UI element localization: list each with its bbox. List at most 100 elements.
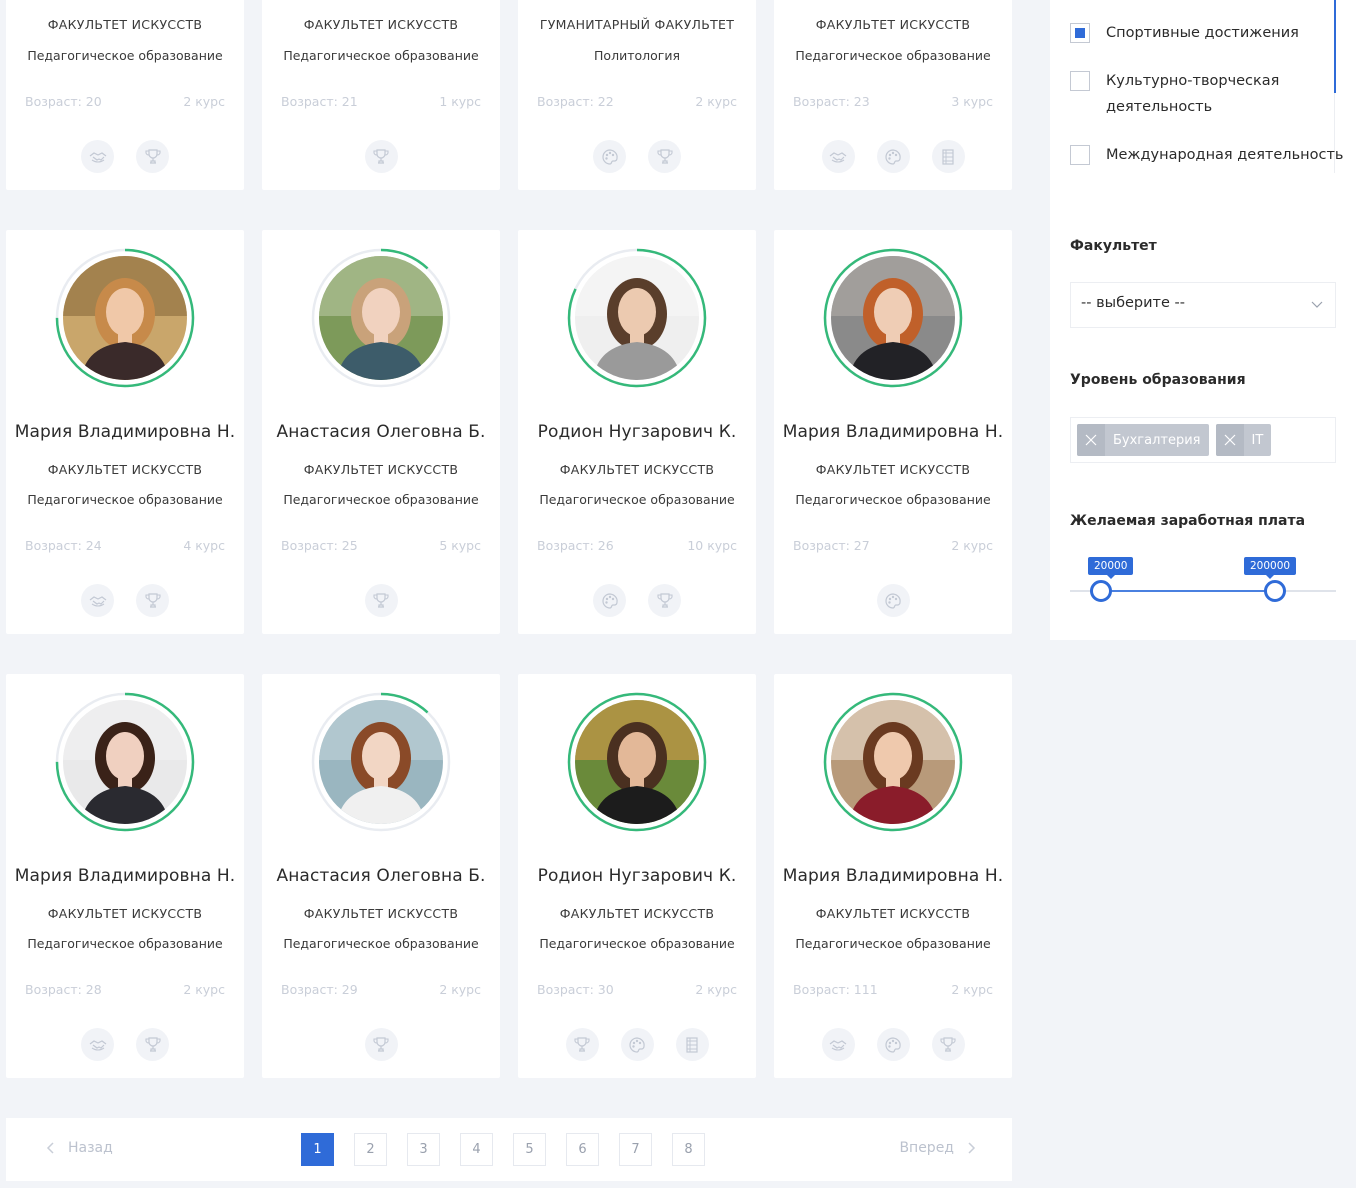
card-name[interactable]: Мария Владимировна Н. <box>6 866 244 886</box>
page-button-6[interactable]: 6 <box>566 1133 599 1166</box>
avatar[interactable] <box>55 692 195 832</box>
filter-sidebar: Спортивные достижения Культурно-творческ… <box>1050 0 1356 640</box>
badge[interactable] <box>81 1028 114 1061</box>
card-faculty: ФАКУЛЬТЕТ ИСКУССТВ <box>47 462 203 477</box>
card-program: Педагогическое образование <box>283 492 479 507</box>
trophy-icon <box>373 592 389 608</box>
badge[interactable] <box>136 140 169 173</box>
faculty-select[interactable]: -- выберите -- <box>1070 282 1336 328</box>
close-icon[interactable] <box>1077 424 1105 456</box>
card-faculty: ФАКУЛЬТЕТ ИСКУССТВ <box>559 906 715 921</box>
card-name[interactable]: Мария Владимировна Н. <box>774 422 1012 442</box>
card-program: Педагогическое образование <box>539 936 735 951</box>
activity-checkbox-culture[interactable]: Культурно-творческая деятельность <box>1070 68 1280 120</box>
page-button-7[interactable]: 7 <box>619 1133 652 1166</box>
page-button-1[interactable]: 1 <box>301 1133 334 1166</box>
badge[interactable] <box>81 584 114 617</box>
student-card[interactable]: Мария Владимировна Н. ФАКУЛЬТЕТ ИСКУССТВ… <box>6 674 244 1078</box>
prev-page-button[interactable]: Назад <box>46 1140 113 1156</box>
badge[interactable] <box>931 140 965 173</box>
activity-checkbox-sport[interactable]: Спортивные достижения <box>1070 20 1299 46</box>
student-card[interactable]: Родион Нугзарович К. ФАКУЛЬТЕТ ИСКУССТВ … <box>518 674 756 1078</box>
avatar-image <box>575 256 699 380</box>
card-name[interactable]: Родион Нугзарович К. <box>518 422 756 442</box>
badge[interactable] <box>675 1028 709 1061</box>
badge[interactable] <box>364 140 398 173</box>
page-button-3[interactable]: 3 <box>407 1133 440 1166</box>
card-name[interactable]: Анастасия Олеговна Б. <box>262 866 500 886</box>
student-card[interactable]: ГУМАНИТАРНЫЙ ФАКУЛЬТЕТ Политология Возра… <box>518 0 756 190</box>
student-card[interactable]: ФАКУЛЬТЕТ ИСКУССТВ Педагогическое образо… <box>6 0 244 190</box>
page-button-5[interactable]: 5 <box>513 1133 546 1166</box>
badge[interactable] <box>136 584 169 617</box>
avatar[interactable] <box>567 248 707 388</box>
card-faculty: ФАКУЛЬТЕТ ИСКУССТВ <box>815 906 971 921</box>
palette-icon <box>601 148 618 165</box>
card-name[interactable]: Родион Нугзарович К. <box>518 866 756 886</box>
avatar[interactable] <box>823 248 963 388</box>
page-button-8[interactable]: 8 <box>672 1133 705 1166</box>
student-card[interactable]: Родион Нугзарович К. ФАКУЛЬТЕТ ИСКУССТВ … <box>518 230 756 634</box>
badge[interactable] <box>821 1028 855 1061</box>
handshake-icon <box>89 151 106 163</box>
badge[interactable] <box>364 584 398 617</box>
badge[interactable] <box>593 584 626 617</box>
card-faculty: ФАКУЛЬТЕТ ИСКУССТВ <box>47 906 203 921</box>
palette-icon <box>629 1036 645 1053</box>
card-age: Возраст: 24 <box>25 538 102 553</box>
next-page-button[interactable]: Вперед <box>899 1140 976 1156</box>
card-name[interactable]: Мария Владимировна Н. <box>774 866 1012 886</box>
avatar[interactable] <box>55 248 195 388</box>
avatar[interactable] <box>567 692 707 832</box>
badge[interactable] <box>620 1028 654 1061</box>
student-card[interactable]: ФАКУЛЬТЕТ ИСКУССТВ Педагогическое образо… <box>262 0 500 190</box>
badge[interactable] <box>648 140 681 173</box>
badge[interactable] <box>593 140 626 173</box>
avatar[interactable] <box>311 692 451 832</box>
close-icon[interactable] <box>1215 424 1244 456</box>
badge[interactable] <box>81 140 114 173</box>
salary-range-slider[interactable]: 20000 200000 <box>1070 556 1336 606</box>
badge[interactable] <box>364 1028 398 1061</box>
student-card[interactable]: Мария Владимировна Н. ФАКУЛЬТЕТ ИСКУССТВ… <box>774 230 1012 634</box>
badge[interactable] <box>565 1028 599 1061</box>
salary-filter-title: Желаемая заработная плата <box>1070 513 1306 529</box>
checkbox-box[interactable] <box>1070 23 1090 43</box>
checkbox-label: Международная деятельность <box>1106 147 1344 163</box>
avatar[interactable] <box>311 248 451 388</box>
palette-icon <box>885 1036 901 1053</box>
checkbox-box[interactable] <box>1070 145 1090 165</box>
card-program: Педагогическое образование <box>795 492 991 507</box>
education-tag: IT <box>1215 424 1272 456</box>
page-button-4[interactable]: 4 <box>460 1133 493 1166</box>
avatar-image <box>319 256 443 380</box>
badge[interactable] <box>876 584 910 617</box>
education-tags-input[interactable]: Бухгалтерия IT <box>1070 417 1336 463</box>
avatar[interactable] <box>823 692 963 832</box>
slider-min-handle[interactable] <box>1090 580 1112 602</box>
student-card[interactable]: Мария Владимировна Н. ФАКУЛЬТЕТ ИСКУССТВ… <box>774 674 1012 1078</box>
page-numbers: 1 2 3 4 5 6 7 8 <box>301 1133 705 1166</box>
page-button-2[interactable]: 2 <box>354 1133 387 1166</box>
slider-min-tooltip: 20000 <box>1088 557 1134 579</box>
card-course: 2 курс <box>695 982 737 997</box>
badge[interactable] <box>876 140 910 173</box>
card-name[interactable]: Мария Владимировна Н. <box>6 422 244 442</box>
student-card[interactable]: Анастасия Олеговна Б. ФАКУЛЬТЕТ ИСКУССТВ… <box>262 674 500 1078</box>
activity-checkbox-international[interactable]: Международная деятельность <box>1070 142 1343 168</box>
student-card[interactable]: Мария Владимировна Н. ФАКУЛЬТЕТ ИСКУССТВ… <box>6 230 244 634</box>
slider-max-handle[interactable] <box>1264 580 1286 602</box>
badge[interactable] <box>648 584 681 617</box>
badge[interactable] <box>931 1028 965 1061</box>
student-card[interactable]: Анастасия Олеговна Б. ФАКУЛЬТЕТ ИСКУССТВ… <box>262 230 500 634</box>
student-card[interactable]: ФАКУЛЬТЕТ ИСКУССТВ Педагогическое образо… <box>774 0 1012 190</box>
badge[interactable] <box>821 140 855 173</box>
avatar-image <box>831 700 955 824</box>
scrollbar-thumb[interactable] <box>1334 0 1336 93</box>
badge[interactable] <box>876 1028 910 1061</box>
checkbox-box[interactable] <box>1070 71 1090 91</box>
card-badges <box>774 1028 1012 1061</box>
card-name[interactable]: Анастасия Олеговна Б. <box>262 422 500 442</box>
badge[interactable] <box>136 1028 169 1061</box>
avatar-image <box>319 700 443 824</box>
